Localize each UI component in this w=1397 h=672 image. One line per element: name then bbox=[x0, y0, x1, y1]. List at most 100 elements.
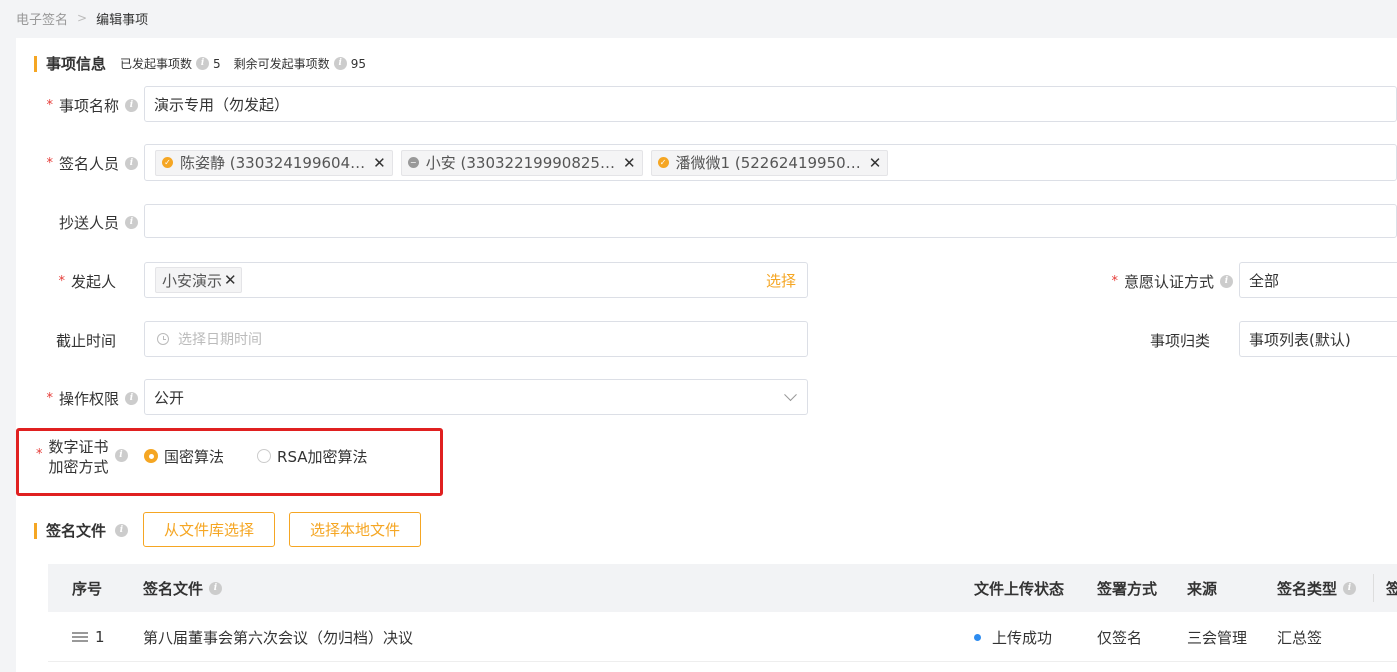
field-name-label: * 事项名称 i bbox=[30, 94, 138, 116]
section-files-title-text: 签名文件 bbox=[46, 522, 107, 540]
close-icon[interactable]: ✕ bbox=[373, 154, 386, 172]
field-encryption-label-text: 数字证书 加密方式 bbox=[49, 437, 109, 477]
initiator-tag: 小安演示 ✕ bbox=[155, 267, 242, 293]
radio-label: RSA加密算法 bbox=[277, 447, 368, 466]
item-name-input[interactable]: 演示专用（勿发起） bbox=[144, 86, 1397, 122]
field-encryption-label: * 数字证书 加密方式 i bbox=[36, 437, 128, 477]
row-source: 三会管理 bbox=[1187, 628, 1248, 647]
initiator-select-link[interactable]: 选择 bbox=[766, 270, 796, 291]
permission-value: 公开 bbox=[154, 388, 185, 407]
encryption-label-line1: 数字证书 bbox=[48, 438, 109, 456]
col-file: 签名文件 i bbox=[143, 564, 223, 612]
info-icon[interactable]: i bbox=[115, 524, 129, 537]
section-accent-bar bbox=[34, 522, 37, 539]
close-icon[interactable]: ✕ bbox=[869, 154, 882, 172]
field-permission-label: * 操作权限 i bbox=[30, 387, 138, 409]
radio-sm-algorithm[interactable]: 国密算法 bbox=[144, 446, 224, 467]
field-auth-label: * 意愿认证方式 i bbox=[1090, 270, 1233, 292]
permission-select[interactable]: 公开 bbox=[144, 379, 808, 415]
field-deadline-label-text: 截止时间 bbox=[55, 331, 116, 350]
info-icon[interactable]: i bbox=[125, 156, 138, 170]
radio-label: 国密算法 bbox=[164, 447, 225, 466]
signer-tag: − 小安 (33032219990825… ✕ bbox=[400, 149, 643, 176]
info-icon[interactable]: i bbox=[1343, 581, 1357, 595]
status-dot-icon bbox=[974, 633, 981, 641]
auth-method-value: 全部 bbox=[1249, 271, 1280, 290]
info-icon[interactable]: i bbox=[1220, 274, 1233, 288]
info-icon[interactable]: i bbox=[125, 391, 138, 405]
col-upload-status: 文件上传状态 bbox=[974, 579, 1065, 598]
close-icon[interactable]: ✕ bbox=[224, 271, 237, 289]
field-initiator-label-text: 发起人 bbox=[70, 272, 116, 291]
files-table: 序号 签名文件 i 文件上传状态 签署方式 来源 签名类型 i 签 1 第八届董… bbox=[48, 564, 1397, 672]
field-category-label-text: 事项归类 bbox=[1149, 331, 1210, 350]
stat-initiated-value: 5 bbox=[213, 56, 221, 71]
row-sign-type: 汇总签 bbox=[1277, 628, 1323, 647]
check-icon: ✓ bbox=[162, 157, 173, 168]
signer-tag-text: 小安 (33032219990825… bbox=[425, 154, 615, 172]
signer-tag-text: 潘微微1 (52262419950… bbox=[675, 154, 861, 172]
section-files-title: 签名文件 i bbox=[34, 520, 129, 541]
signers-input[interactable]: ✓ 陈姿静 (330324199604… ✕ − 小安 (33032219990… bbox=[144, 144, 1397, 181]
select-local-file-button[interactable]: 选择本地文件 bbox=[289, 512, 421, 547]
auth-method-select[interactable]: 全部 bbox=[1239, 262, 1397, 298]
drag-handle-icon[interactable] bbox=[72, 632, 88, 642]
category-select[interactable]: 事项列表(默认) bbox=[1239, 321, 1397, 357]
field-signers-label: * 签名人员 i bbox=[30, 152, 138, 174]
info-icon[interactable]: i bbox=[196, 57, 210, 70]
radio-rsa-algorithm[interactable]: RSA加密算法 bbox=[257, 446, 368, 467]
initiator-input[interactable]: 小安演示 ✕ 选择 bbox=[144, 262, 808, 298]
stat-initiated: 已发起事项数 i 5 bbox=[120, 55, 221, 72]
info-icon[interactable]: i bbox=[125, 98, 138, 112]
col-file-text: 签名文件 bbox=[143, 579, 204, 598]
required-mark: * bbox=[46, 155, 53, 171]
field-category-label: 事项归类 bbox=[1110, 329, 1210, 351]
close-icon[interactable]: ✕ bbox=[623, 154, 636, 172]
info-icon[interactable]: i bbox=[209, 581, 223, 595]
encryption-label-line2: 加密方式 bbox=[48, 458, 109, 476]
breadcrumb-root[interactable]: 电子签名 bbox=[16, 9, 68, 28]
check-icon: ✓ bbox=[657, 157, 669, 168]
field-deadline-label: 截止时间 bbox=[30, 329, 116, 351]
radio-unchecked-icon bbox=[257, 449, 272, 463]
required-mark: * bbox=[46, 390, 53, 406]
required-mark: * bbox=[58, 273, 65, 289]
table-row[interactable]: 1 第八届董事会第六次会议（勿归档）决议 上传成功 仅签名 三会管理 汇总签 bbox=[48, 612, 1397, 662]
info-icon[interactable]: i bbox=[125, 215, 138, 229]
section-info-title-text: 事项信息 bbox=[46, 55, 107, 73]
col-index: 序号 bbox=[72, 579, 103, 598]
stat-remaining-label: 剩余可发起事项数 bbox=[233, 57, 330, 71]
field-cc-label-text: 抄送人员 bbox=[58, 213, 119, 232]
required-mark: * bbox=[36, 447, 43, 462]
encryption-radio-group: 国密算法 RSA加密算法 bbox=[144, 445, 368, 467]
category-value: 事项列表(默认) bbox=[1249, 330, 1351, 349]
clock-icon bbox=[157, 333, 169, 345]
row-index-text: 1 bbox=[95, 628, 105, 646]
select-from-library-button[interactable]: 从文件库选择 bbox=[143, 512, 275, 547]
col-sign-type-text: 签名类型 bbox=[1277, 579, 1338, 598]
field-signers-label-text: 签名人员 bbox=[58, 154, 119, 173]
row-index: 1 bbox=[72, 612, 105, 662]
signer-tag: ✓ 潘微微1 (52262419950… ✕ bbox=[650, 149, 889, 176]
field-initiator-label: * 发起人 bbox=[30, 270, 116, 292]
signer-tag-text: 陈姿静 (330324199604… bbox=[180, 154, 366, 172]
column-divider bbox=[1373, 574, 1374, 602]
field-auth-label-text: 意愿认证方式 bbox=[1123, 272, 1214, 291]
stat-remaining: 剩余可发起事项数 i 95 bbox=[234, 55, 366, 72]
minus-icon: − bbox=[407, 157, 419, 168]
row-file-name[interactable]: 第八届董事会第六次会议（勿归档）决议 bbox=[143, 612, 413, 662]
deadline-datetime-input[interactable]: 选择日期时间 bbox=[144, 321, 808, 357]
info-icon[interactable]: i bbox=[333, 57, 347, 70]
field-permission-label-text: 操作权限 bbox=[58, 389, 119, 408]
stat-remaining-value: 95 bbox=[350, 56, 366, 71]
signer-tag: ✓ 陈姿静 (330324199604… ✕ bbox=[155, 149, 393, 176]
radio-checked-icon bbox=[144, 449, 158, 463]
breadcrumb-separator-icon: > bbox=[77, 11, 88, 25]
section-info-title: 事项信息 已发起事项数 i 5 剩余可发起事项数 i 95 bbox=[34, 53, 366, 74]
field-cc-label: 抄送人员 i bbox=[30, 211, 138, 233]
cc-input[interactable] bbox=[144, 204, 1397, 238]
info-icon[interactable]: i bbox=[114, 449, 128, 462]
breadcrumb-current: 编辑事项 bbox=[96, 12, 149, 28]
breadcrumb: 电子签名 > 编辑事项 bbox=[16, 8, 148, 28]
col-extra: 签 bbox=[1386, 579, 1397, 598]
